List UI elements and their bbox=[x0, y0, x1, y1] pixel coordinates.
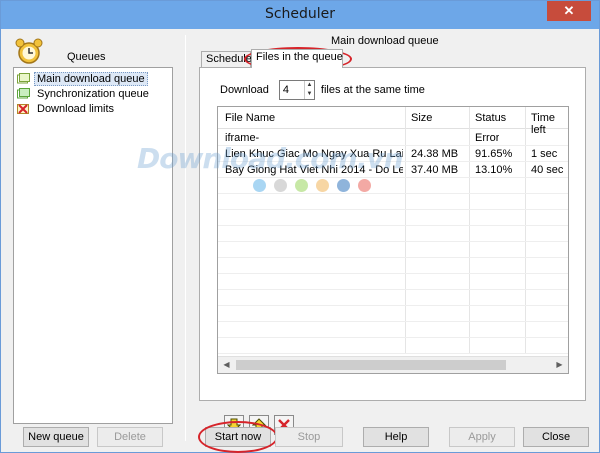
queue-item-main-download[interactable]: Main download queue bbox=[17, 71, 148, 86]
scroll-left-icon[interactable]: ◀ bbox=[218, 357, 235, 373]
scroll-right-icon[interactable]: ▶ bbox=[551, 357, 568, 373]
table-row-empty bbox=[218, 210, 568, 226]
cell-size: 24.38 MB bbox=[411, 148, 459, 160]
cell-time-left: 40 sec bbox=[531, 164, 564, 176]
cell-size: 37.40 MB bbox=[411, 164, 459, 176]
scheduler-clock-icon bbox=[15, 38, 43, 64]
limits-icon bbox=[17, 103, 30, 115]
watermark-dots bbox=[253, 179, 379, 192]
table-row-empty bbox=[218, 194, 568, 210]
concurrent-downloads-spinner[interactable]: 4 ▲ ▼ bbox=[278, 80, 315, 100]
cell-status: 13.10% bbox=[475, 164, 513, 176]
queue-icon bbox=[17, 72, 30, 85]
watermark-dot bbox=[253, 179, 266, 192]
table-row-empty bbox=[218, 226, 568, 242]
title-bar: Scheduler ✕ bbox=[1, 1, 599, 29]
table-row-empty bbox=[218, 338, 568, 354]
cell-time-left: 1 sec bbox=[531, 148, 558, 160]
watermark-dot bbox=[316, 179, 329, 192]
help-button[interactable]: Help bbox=[363, 427, 429, 447]
queue-item-synchronization[interactable]: Synchronization queue bbox=[17, 86, 152, 101]
column-header-size[interactable]: Size bbox=[411, 112, 432, 124]
queue-item-label: Synchronization queue bbox=[37, 87, 149, 100]
client-area: Queues Main download queue Synchronizati… bbox=[9, 31, 593, 453]
concurrent-downloads-row: Download 4 ▲ ▼ files at the same time bbox=[220, 80, 425, 100]
scheduler-window: Scheduler ✕ Queues Main download queue S… bbox=[0, 0, 600, 453]
stop-button[interactable]: Stop bbox=[275, 427, 343, 447]
watermark-dot bbox=[295, 179, 308, 192]
table-row-empty bbox=[218, 258, 568, 274]
column-header-status[interactable]: Status bbox=[475, 112, 506, 124]
window-title: Scheduler bbox=[264, 6, 336, 22]
download-suffix-label: files at the same time bbox=[320, 84, 425, 96]
download-prefix-label: Download bbox=[220, 84, 269, 96]
watermark-dot bbox=[274, 179, 287, 192]
delete-queue-button[interactable]: Delete bbox=[97, 427, 163, 447]
queue-item-label: Main download queue bbox=[34, 71, 148, 86]
close-button[interactable]: Close bbox=[523, 427, 589, 447]
sync-queue-icon bbox=[17, 87, 30, 100]
tab-schedule[interactable]: Schedule bbox=[201, 51, 252, 68]
spin-up-icon[interactable]: ▲ bbox=[305, 81, 314, 90]
spinner-value: 4 bbox=[282, 84, 290, 96]
table-row-empty bbox=[218, 242, 568, 258]
cell-status: Error bbox=[475, 132, 500, 144]
queue-item-download-limits[interactable]: Download limits bbox=[17, 101, 117, 116]
watermark-dot bbox=[358, 179, 371, 192]
new-queue-button[interactable]: New queue bbox=[23, 427, 89, 447]
start-now-button[interactable]: Start now bbox=[205, 427, 271, 447]
table-row-empty bbox=[218, 322, 568, 338]
queues-header: Queues bbox=[67, 51, 106, 63]
horizontal-scrollbar[interactable]: ◀ ▶ bbox=[218, 356, 568, 373]
table-header: File Name Size Status Time left bbox=[218, 107, 568, 136]
queue-title: Main download queue bbox=[331, 35, 439, 47]
table-row-empty bbox=[218, 290, 568, 306]
files-tab-panel: Download 4 ▲ ▼ files at the same time Fi… bbox=[199, 67, 586, 435]
table-row-empty bbox=[218, 306, 568, 322]
watermark-logo: Download.com.vn bbox=[137, 142, 404, 175]
window-close-button[interactable]: ✕ bbox=[547, 1, 591, 21]
tab-files-in-queue[interactable]: Files in the queue bbox=[251, 49, 343, 68]
watermark-dot bbox=[337, 179, 350, 192]
column-header-file-name[interactable]: File Name bbox=[225, 112, 275, 124]
scrollbar-thumb[interactable] bbox=[236, 360, 506, 370]
queue-item-label: Download limits bbox=[37, 102, 115, 115]
spin-down-icon[interactable]: ▼ bbox=[305, 90, 314, 99]
panel-divider bbox=[185, 35, 186, 441]
apply-button[interactable]: Apply bbox=[449, 427, 515, 447]
cell-status: 91.65% bbox=[475, 148, 513, 160]
table-row-empty bbox=[218, 274, 568, 290]
queue-list[interactable]: Main download queue Synchronization queu… bbox=[13, 67, 173, 424]
